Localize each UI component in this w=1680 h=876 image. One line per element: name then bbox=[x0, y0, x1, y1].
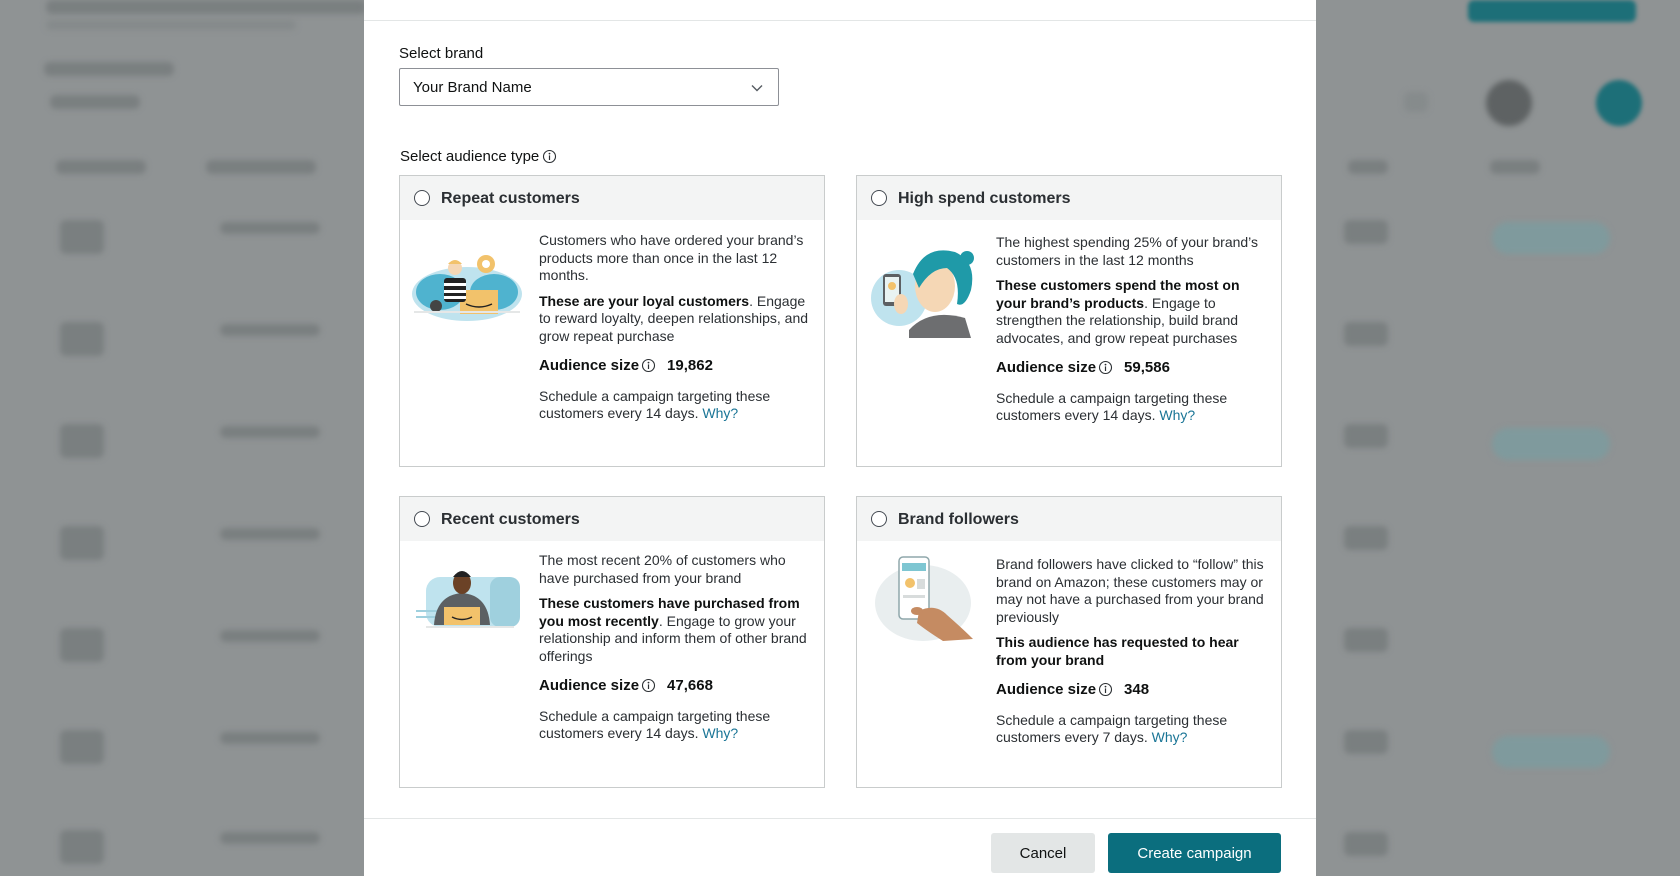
audience-size-label: Audience size bbox=[996, 681, 1097, 698]
card-header: Recent customers bbox=[400, 497, 824, 541]
audience-size-row: Audience size 348 bbox=[996, 681, 1266, 699]
schedule-text-block: Schedule a campaign targeting these cust… bbox=[539, 708, 809, 743]
why-link[interactable]: Why? bbox=[702, 725, 738, 741]
card-description: The most recent 20% of customers who hav… bbox=[539, 552, 786, 586]
card-body: The highest spending 25% of your brand’s… bbox=[996, 234, 1266, 425]
cancel-button[interactable]: Cancel bbox=[991, 833, 1095, 873]
card-highlight: These customers spend the most on your b… bbox=[996, 277, 1266, 347]
create-campaign-button[interactable]: Create campaign bbox=[1108, 833, 1281, 873]
audience-card-brand-followers[interactable]: Brand followers Brand followers have cli… bbox=[856, 496, 1282, 788]
audience-size-label: Audience size bbox=[539, 357, 640, 374]
header-divider bbox=[364, 20, 1316, 21]
info-icon[interactable] bbox=[641, 358, 656, 373]
create-campaign-modal: Select brand Your Brand Name Select audi… bbox=[364, 0, 1316, 876]
info-icon[interactable] bbox=[1098, 360, 1113, 375]
card-body: Customers who have ordered your brand’s … bbox=[539, 232, 809, 423]
audience-card-repeat-customers[interactable]: Repeat customers Customers who have orde… bbox=[399, 175, 825, 467]
card-description: Customers who have ordered your brand’s … bbox=[539, 232, 804, 283]
info-icon[interactable] bbox=[542, 149, 557, 164]
audience-type-heading: Select audience type bbox=[400, 148, 557, 165]
card-description: Brand followers have clicked to “follow”… bbox=[996, 556, 1264, 625]
audience-size-row: Audience size 47,668 bbox=[539, 677, 809, 695]
recent-customers-illustration bbox=[416, 571, 520, 628]
card-title: Recent customers bbox=[441, 511, 580, 528]
card-highlight: This audience has requested to hear from… bbox=[996, 634, 1266, 669]
why-link[interactable]: Why? bbox=[1152, 729, 1188, 745]
info-icon[interactable] bbox=[641, 678, 656, 693]
audience-size-row: Audience size 19,862 bbox=[539, 357, 809, 375]
audience-type-label: Select audience type bbox=[400, 148, 540, 165]
card-title: Brand followers bbox=[898, 511, 1019, 528]
card-highlight-strong: This audience has requested to hear from… bbox=[996, 634, 1239, 668]
audience-size-label: Audience size bbox=[996, 359, 1097, 376]
radio-repeat-customers[interactable] bbox=[414, 190, 430, 206]
high-spend-customers-illustration bbox=[871, 250, 974, 338]
card-header: Brand followers bbox=[857, 497, 1281, 541]
schedule-text: Schedule a campaign targeting these cust… bbox=[996, 711, 1228, 746]
select-brand-label: Select brand bbox=[399, 45, 484, 62]
why-link[interactable]: Why? bbox=[702, 405, 738, 421]
audience-size-value: 348 bbox=[1124, 681, 1150, 698]
schedule-text-block: Schedule a campaign targeting these cust… bbox=[539, 388, 809, 423]
card-body: Brand followers have clicked to “follow”… bbox=[996, 556, 1266, 747]
card-title: Repeat customers bbox=[441, 190, 580, 207]
card-highlight-strong: These are your loyal customers bbox=[539, 292, 750, 309]
radio-high-spend-customers[interactable] bbox=[871, 190, 887, 206]
card-highlight: These are your loyal customers. Engage t… bbox=[539, 293, 809, 346]
audience-size-value: 59,586 bbox=[1124, 359, 1170, 376]
audience-card-recent-customers[interactable]: Recent customers The most recent 20% of … bbox=[399, 496, 825, 788]
audience-size-label: Audience size bbox=[539, 677, 640, 694]
audience-card-high-spend-customers[interactable]: High spend customers The highest spendin… bbox=[856, 175, 1282, 467]
chevron-down-icon bbox=[751, 85, 763, 92]
schedule-text-block: Schedule a campaign targeting these cust… bbox=[996, 390, 1266, 425]
footer-divider bbox=[364, 818, 1316, 819]
card-header: High spend customers bbox=[857, 176, 1281, 220]
card-header: Repeat customers bbox=[400, 176, 824, 220]
brand-select-dropdown[interactable]: Your Brand Name bbox=[399, 68, 779, 106]
why-link[interactable]: Why? bbox=[1159, 407, 1195, 423]
radio-brand-followers[interactable] bbox=[871, 511, 887, 527]
audience-size-value: 47,668 bbox=[667, 677, 713, 694]
radio-recent-customers[interactable] bbox=[414, 511, 430, 527]
brand-followers-illustration bbox=[875, 556, 973, 641]
card-highlight: These customers have purchased from you … bbox=[539, 595, 809, 665]
brand-select-value: Your Brand Name bbox=[413, 79, 532, 96]
schedule-text-block: Schedule a campaign targeting these cust… bbox=[996, 712, 1266, 747]
card-body: The most recent 20% of customers who hav… bbox=[539, 552, 809, 743]
card-description: The highest spending 25% of your brand’s… bbox=[996, 234, 1259, 268]
audience-size-value: 19,862 bbox=[667, 357, 713, 374]
info-icon[interactable] bbox=[1098, 682, 1113, 697]
audience-size-row: Audience size 59,586 bbox=[996, 359, 1266, 377]
repeat-customers-illustration bbox=[412, 255, 522, 321]
card-title: High spend customers bbox=[898, 190, 1071, 207]
